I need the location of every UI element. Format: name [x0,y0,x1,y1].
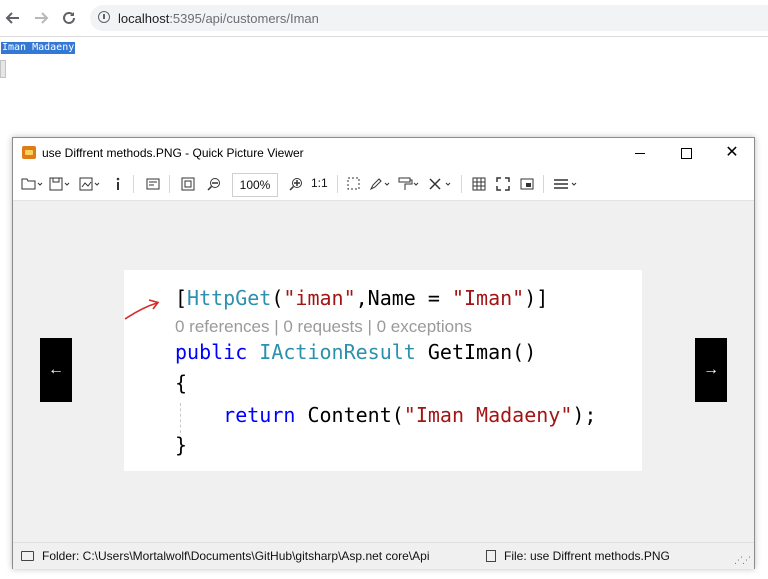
code-line-close-brace: } [175,433,188,457]
picture-viewer-window: use Diffrent methods.PNG - Quick Picture… [12,137,755,569]
select-icon[interactable] [347,176,361,192]
reload-icon[interactable] [58,7,80,29]
red-arrow-annotation [124,299,160,320]
paint-roller-icon[interactable] [398,176,420,192]
code-line-open-brace: { [175,371,188,395]
zoom-fit-icon[interactable] [181,176,195,192]
arrow-left-icon[interactable] [2,7,24,29]
toolbar-divider [169,175,170,193]
close-button[interactable]: ✕ [709,138,755,168]
status-bar: Folder: C:\Users\Mortalwolf\Documents\Gi… [13,542,754,569]
minimize-button[interactable] [617,138,663,168]
mini-view-icon[interactable] [520,176,534,192]
save-icon[interactable] [49,176,71,192]
folder-icon [21,551,34,561]
tools-icon[interactable] [428,176,452,192]
arrow-right-icon[interactable] [30,7,52,29]
viewer-toolbar: 100% 1:1 [13,168,754,201]
code-line-signature: public IActionResult GetIman() [175,340,537,364]
maximize-icon [680,147,692,159]
fullscreen-icon[interactable] [496,176,510,192]
response-text: Iman Madaeny [1,42,76,54]
minimize-icon [635,152,645,154]
viewer-titlebar[interactable]: use Diffrent methods.PNG - Quick Picture… [13,138,754,168]
address-bar[interactable]: localhost:5395/api/customers/Iman [90,5,768,31]
menu-icon[interactable] [553,176,579,192]
maximize-button[interactable] [663,138,709,168]
next-image-button[interactable]: → [695,338,727,402]
code-lens-references: 0 references | 0 requests | 0 exceptions [175,317,473,336]
url-text: localhost:5395/api/customers/Iman [118,11,319,26]
code-line-return: return Content("Iman Madaeny"); [223,403,597,427]
zoom-level-field[interactable]: 100% [232,173,278,197]
code-line-attribute: [HttpGet("iman",Name = "Iman")] [175,286,549,310]
previous-image-button[interactable]: ← [40,338,72,402]
pen-icon[interactable] [369,176,391,192]
open-folder-icon[interactable] [21,176,43,192]
app-icon [22,146,36,159]
actual-size-button[interactable]: 1:1 [311,176,328,190]
resize-grip-icon[interactable]: ⋰⋰ [734,555,751,566]
image-export-icon[interactable] [79,176,101,192]
toolbar-divider [133,175,134,193]
displayed-image: [HttpGet("iman",Name = "Iman")] 0 refere… [124,270,642,471]
file-icon [486,550,496,562]
zoom-out-icon[interactable] [207,176,221,192]
image-canvas[interactable]: ← → [HttpGet("iman",Name = "Iman")] 0 re… [13,201,754,541]
slideshow-icon[interactable] [146,176,160,192]
toolbar-divider [543,175,544,193]
toolbar-divider [461,175,462,193]
folder-status[interactable]: Folder: C:\Users\Mortalwolf\Documents\Gi… [21,549,429,563]
info-icon[interactable] [98,11,110,23]
window-title: use Diffrent methods.PNG - Quick Picture… [42,146,304,160]
close-icon: ✕ [725,144,739,161]
grid-icon[interactable] [472,176,486,192]
toolbar-divider [337,175,338,193]
browser-toolbar: localhost:5395/api/customers/Iman [0,0,768,37]
zoom-in-icon[interactable] [289,176,303,192]
info-icon[interactable] [114,176,122,192]
file-status[interactable]: File: use Diffrent methods.PNG [486,549,670,563]
page-scroll-stub [0,60,6,78]
